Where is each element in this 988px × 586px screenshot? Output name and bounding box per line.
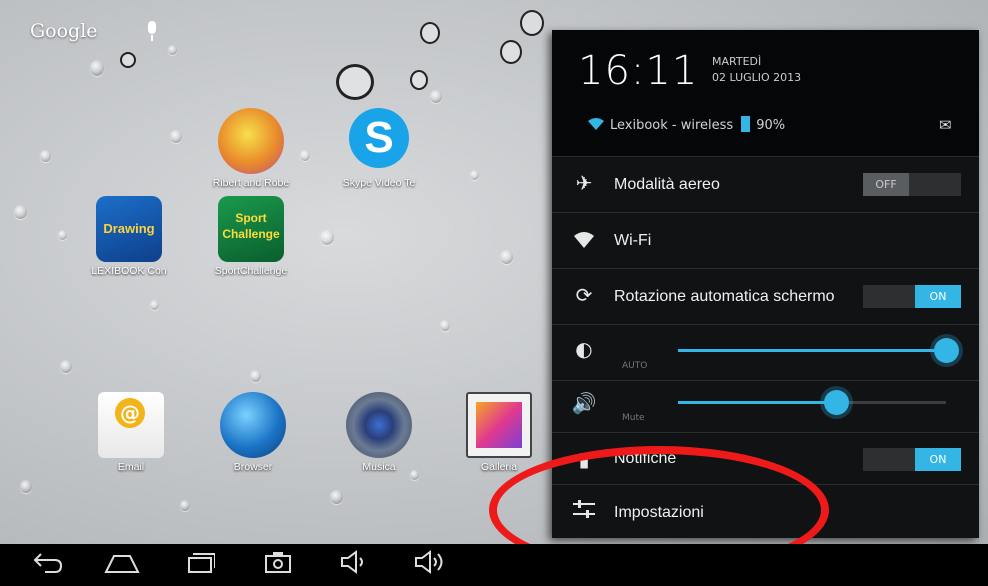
skype-icon: S: [349, 108, 409, 168]
email-icon: [98, 392, 164, 458]
auto-rotate-label: Rotazione automatica schermo: [614, 288, 835, 305]
app-sport-challenge[interactable]: Sport Challenge SportChallenge: [206, 196, 296, 277]
sport-challenge-icon: Sport Challenge: [218, 196, 284, 262]
app-musica[interactable]: Musica: [334, 392, 424, 473]
battery-icon: [741, 116, 751, 132]
water-drop: [60, 360, 72, 373]
app-label: SportChallenge: [214, 265, 288, 277]
browser-globe-icon: [220, 392, 286, 458]
volume-icon: 🔊: [571, 391, 597, 415]
battery-level: 90%: [756, 118, 786, 133]
volume-slider[interactable]: [678, 390, 946, 415]
app-galleria[interactable]: Galleria: [454, 392, 544, 473]
water-drop: [410, 70, 428, 90]
brightness-slider[interactable]: [678, 338, 959, 363]
water-drop: [430, 90, 442, 103]
airplane-mode-row[interactable]: ✈ Modalità aereo OFF: [552, 156, 979, 213]
app-label: Skype Video Te: [342, 177, 416, 189]
water-drop: [500, 250, 513, 264]
drawing-app-icon: Drawing: [96, 196, 162, 262]
water-drop: [168, 45, 177, 55]
volume-mute-label[interactable]: Mute: [622, 413, 645, 423]
slider-knob[interactable]: [934, 338, 959, 363]
water-drop: [440, 320, 450, 331]
recent-apps-icon[interactable]: [180, 550, 220, 580]
water-drop: [14, 205, 27, 219]
water-drop: [180, 500, 190, 511]
weekday: MARTEDÌ: [712, 55, 762, 68]
airplane-icon: ✈: [575, 171, 593, 195]
app-browser[interactable]: Browser: [208, 392, 298, 473]
google-search-bar[interactable]: Google: [30, 20, 98, 42]
speaker-icon: [346, 392, 412, 458]
water-drop: [320, 230, 334, 245]
app-label: Ribert and Robe: [212, 177, 290, 189]
wifi-label: Wi-Fi: [614, 232, 652, 249]
network-status: Lexibook - wireless 90%: [588, 116, 785, 133]
volume-row: 🔊 Mute: [552, 380, 979, 433]
airplane-mode-label: Modalità aereo: [614, 176, 720, 193]
screenshot-icon[interactable]: [258, 550, 298, 580]
wifi-signal-icon: [588, 118, 604, 130]
toggle-state: ON: [915, 285, 961, 308]
water-drop: [470, 170, 479, 180]
gallery-icon: [466, 392, 532, 458]
water-drop: [500, 40, 522, 64]
network-name: Lexibook - wireless: [610, 118, 734, 133]
brightness-auto-label[interactable]: AUTO: [622, 361, 647, 371]
water-drop: [170, 130, 182, 143]
notifications-toggle[interactable]: ON: [863, 448, 961, 471]
toggle-state: ON: [915, 448, 961, 471]
water-drop: [520, 10, 544, 36]
water-drop: [250, 370, 261, 382]
water-drop: [300, 150, 310, 161]
slider-knob[interactable]: [824, 390, 850, 415]
app-label: Musica: [362, 461, 396, 473]
app-label: Email: [117, 461, 145, 473]
home-screen: Google Ribert and Robe S Skype Video Te …: [0, 0, 988, 586]
brightness-row: ◐ AUTO: [552, 324, 979, 381]
app-label: LEXIBOOK Con: [91, 265, 167, 277]
water-drop: [40, 150, 51, 162]
water-drop: [120, 52, 136, 68]
water-drop: [150, 300, 159, 310]
robert-game-icon: [218, 108, 284, 174]
wifi-icon: [570, 229, 598, 253]
date: 02 LUGLIO 2013: [712, 71, 802, 84]
home-icon[interactable]: [102, 550, 142, 580]
wifi-row[interactable]: Wi-Fi: [552, 212, 979, 269]
brightness-icon: ◐: [575, 337, 593, 361]
clear-notifications-icon[interactable]: ✉: [939, 116, 957, 134]
panel-header: 16:11 MARTEDÌ 02 LUGLIO 2013 Lexibook - …: [552, 30, 979, 156]
volume-up-icon[interactable]: [410, 550, 450, 580]
app-skype[interactable]: S Skype Video Te: [334, 108, 424, 189]
auto-rotate-row[interactable]: ⟳ Rotazione automatica schermo ON: [552, 268, 979, 325]
auto-rotate-toggle[interactable]: ON: [863, 285, 961, 308]
water-drop: [58, 230, 67, 240]
water-drop: [420, 22, 440, 44]
slider-fill: [678, 401, 837, 404]
navigation-bar: [0, 544, 988, 586]
clock: 16:11: [578, 48, 699, 94]
app-email[interactable]: Email: [86, 392, 176, 473]
microphone-icon[interactable]: [148, 21, 156, 41]
app-label: Browser: [233, 461, 273, 473]
rotate-icon: ⟳: [575, 283, 593, 307]
airplane-mode-toggle[interactable]: OFF: [863, 173, 961, 196]
back-icon[interactable]: [28, 550, 68, 580]
toggle-state: OFF: [863, 173, 909, 196]
water-drop: [20, 480, 32, 493]
water-drop: [330, 490, 343, 504]
water-drop: [336, 64, 374, 100]
volume-down-icon[interactable]: [334, 550, 374, 580]
app-robert[interactable]: Ribert and Robe: [206, 108, 296, 189]
app-lexibook-drawing[interactable]: Drawing LEXIBOOK Con: [84, 196, 174, 277]
water-drop: [90, 60, 104, 76]
slider-fill: [678, 349, 946, 352]
